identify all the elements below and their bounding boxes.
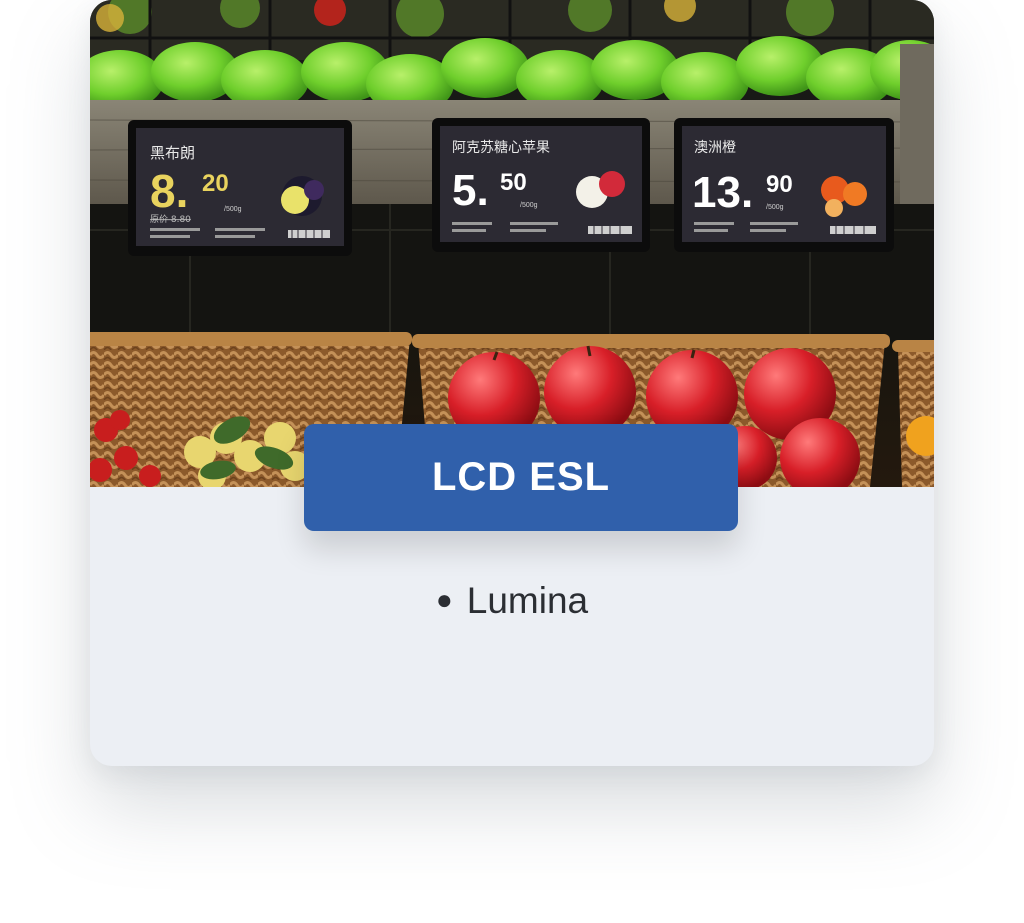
label-1-name: 黑布朗 <box>150 144 195 162</box>
shelf-label-1: 黑布朗 8. 20 /500g 原价 8.80 <box>128 120 352 256</box>
bullet-icon: ● <box>435 584 453 615</box>
label-2-unit: /500g <box>520 202 538 209</box>
product-photo: 黑布朗 8. 20 /500g 原价 8.80 阿克苏糖心苹果 5. 50 /5… <box>90 0 934 487</box>
feature-item: ● Lumina <box>0 572 1024 629</box>
label-2-price-decimal: 50 <box>500 169 527 196</box>
label-3-price-main: 13. <box>692 168 753 217</box>
label-1-price-decimal: 20 <box>202 170 229 197</box>
label-1-unit: /500g <box>224 206 242 213</box>
supermarket-shelf-image: 黑布朗 8. 20 /500g 原价 8.80 阿克苏糖心苹果 5. 50 /5… <box>90 0 934 487</box>
label-1-was-price: 原价 8.80 <box>150 214 191 225</box>
badge-label: LCD ESL <box>431 455 611 499</box>
shelf-label-2: 阿克苏糖心苹果 5. 50 /500g <box>432 118 650 252</box>
feature-label: Lumina <box>466 580 589 621</box>
product-card[interactable]: 黑布朗 8. 20 /500g 原价 8.80 阿克苏糖心苹果 5. 50 /5… <box>90 0 934 766</box>
label-1-price-main: 8. <box>150 165 188 217</box>
label-2-name: 阿克苏糖心苹果 <box>452 140 550 156</box>
feature-list: ● Lumina <box>0 572 1024 629</box>
label-3-unit: /500g <box>766 204 784 211</box>
product-type-badge: LCD ESL <box>304 424 738 531</box>
shelf-label-3: 澳洲橙 13. 90 /500g <box>674 118 894 252</box>
label-2-price-main: 5. <box>452 166 489 215</box>
label-3-name: 澳洲橙 <box>694 140 736 156</box>
label-3-price-decimal: 90 <box>766 171 793 198</box>
